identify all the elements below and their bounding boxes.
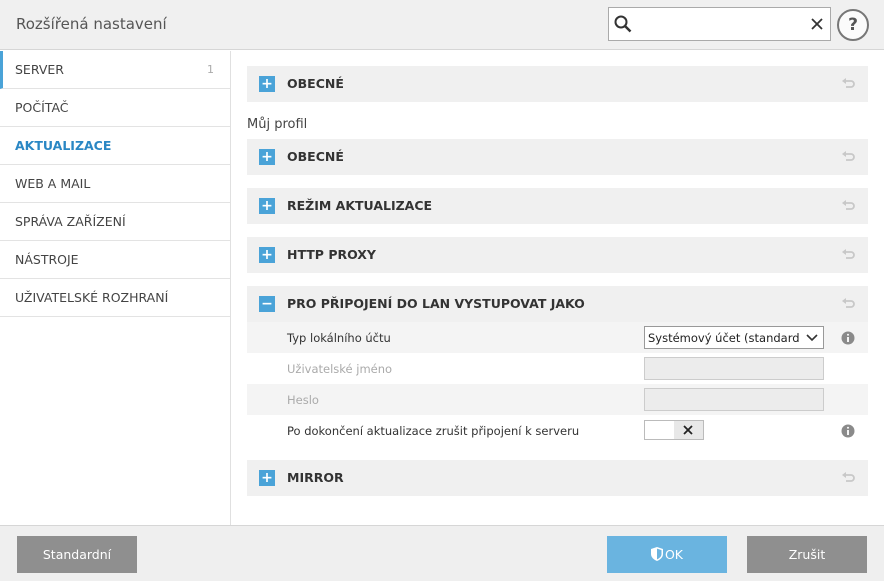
chevron-down-icon xyxy=(806,334,818,342)
title-bar: Rozšířená nastavení ? xyxy=(0,0,884,50)
disconnect-label: Po dokončení aktualizace zrušit připojen… xyxy=(287,424,580,438)
sidebar-item-sprava-zarizeni[interactable]: SPRÁVA ZAŘÍZENÍ xyxy=(0,203,230,241)
sidebar-item-uzivatelske-rozhrani[interactable]: UŽIVATELSKÉ ROZHRANÍ xyxy=(0,279,230,317)
revert-icon[interactable] xyxy=(840,247,856,263)
password-field xyxy=(644,388,824,411)
window-title: Rozšířená nastavení xyxy=(16,15,167,33)
revert-icon[interactable] xyxy=(840,198,856,214)
cancel-button[interactable]: Zrušit xyxy=(747,536,867,573)
default-button-label: Standardní xyxy=(42,547,112,562)
expand-icon[interactable]: + xyxy=(259,76,275,92)
revert-icon[interactable] xyxy=(840,149,856,165)
ok-button-label: OK xyxy=(664,547,684,562)
section-http-proxy[interactable]: + HTTP PROXY xyxy=(247,237,868,273)
sidebar-item-label: POČÍTAČ xyxy=(15,100,69,115)
revert-icon[interactable] xyxy=(840,470,856,486)
main-content: + OBECNÉ Můj profil + OBECNÉ + REŽIM AKT… xyxy=(232,51,884,525)
sidebar-item-label: SPRÁVA ZAŘÍZENÍ xyxy=(15,214,126,229)
section-title: HTTP PROXY xyxy=(287,247,376,262)
sidebar-item-count: 1 xyxy=(207,63,214,76)
username-label: Uživatelské jméno xyxy=(287,362,393,376)
section-title: OBECNÉ xyxy=(287,76,344,91)
sidebar-item-label: SERVER xyxy=(15,62,64,77)
close-icon xyxy=(683,425,693,435)
revert-icon[interactable] xyxy=(840,76,856,92)
ok-button[interactable]: OK xyxy=(607,536,727,573)
section-mirror[interactable]: + MIRROR xyxy=(247,460,868,496)
toggle-knob xyxy=(674,421,703,439)
section-title: MIRROR xyxy=(287,470,344,485)
sidebar-item-nastroje[interactable]: NÁSTROJE xyxy=(0,241,230,279)
footer: Standardní OK Zrušit xyxy=(0,525,884,581)
default-button[interactable]: Standardní xyxy=(17,536,137,573)
help-button[interactable]: ? xyxy=(837,9,869,41)
sidebar-item-label: NÁSTROJE xyxy=(15,252,79,267)
setting-row-disconnect: Po dokončení aktualizace zrušit připojen… xyxy=(247,415,868,446)
sidebar: SERVER 1 POČÍTAČ AKTUALIZACE WEB A MAIL … xyxy=(0,51,231,525)
search-icon xyxy=(614,15,632,33)
username-field xyxy=(644,357,824,380)
cancel-button-label: Zrušit xyxy=(788,547,826,562)
disconnect-toggle[interactable] xyxy=(644,420,704,440)
sidebar-item-pocitac[interactable]: POČÍTAČ xyxy=(0,89,230,127)
account-type-label: Typ lokálního účtu xyxy=(287,331,391,345)
setting-row-account-type: Typ lokálního účtu Systémový účet (stand… xyxy=(247,322,868,353)
account-type-value: Systémový účet (standard... xyxy=(648,331,800,345)
setting-row-password: Heslo xyxy=(247,384,868,415)
collapse-icon[interactable]: − xyxy=(259,296,275,312)
revert-icon[interactable] xyxy=(840,296,856,312)
search-input[interactable] xyxy=(637,12,807,36)
account-type-select[interactable]: Systémový účet (standard... xyxy=(644,326,824,349)
expand-icon[interactable]: + xyxy=(259,149,275,165)
close-icon[interactable] xyxy=(809,16,825,32)
section-title: OBECNÉ xyxy=(287,149,344,164)
sidebar-item-label: AKTUALIZACE xyxy=(15,138,112,153)
section-lan-connect[interactable]: − PRO PŘIPOJENÍ DO LAN VYSTUPOVAT JAKO xyxy=(247,286,868,322)
section-rezim-aktualizace[interactable]: + REŽIM AKTUALIZACE xyxy=(247,188,868,224)
password-label: Heslo xyxy=(287,393,319,407)
expand-icon[interactable]: + xyxy=(259,198,275,214)
section-obecne[interactable]: + OBECNÉ xyxy=(247,139,868,175)
info-icon[interactable] xyxy=(841,424,855,438)
section-obecne-top[interactable]: + OBECNÉ xyxy=(247,66,868,102)
setting-row-username: Uživatelské jméno xyxy=(247,353,868,384)
sidebar-item-aktualizace[interactable]: AKTUALIZACE xyxy=(0,127,230,165)
expand-icon[interactable]: + xyxy=(259,247,275,263)
section-title: PRO PŘIPOJENÍ DO LAN VYSTUPOVAT JAKO xyxy=(287,296,585,311)
sidebar-item-web-a-mail[interactable]: WEB A MAIL xyxy=(0,165,230,203)
search-box[interactable] xyxy=(608,7,831,41)
sidebar-item-server[interactable]: SERVER 1 xyxy=(0,51,230,89)
expand-icon[interactable]: + xyxy=(259,470,275,486)
profile-label: Můj profil xyxy=(247,117,308,132)
lan-settings-panel: Typ lokálního účtu Systémový účet (stand… xyxy=(247,322,868,456)
sidebar-item-label: UŽIVATELSKÉ ROZHRANÍ xyxy=(15,290,169,305)
section-title: REŽIM AKTUALIZACE xyxy=(287,198,433,213)
sidebar-item-label: WEB A MAIL xyxy=(15,176,91,191)
shield-icon xyxy=(650,547,663,561)
info-icon[interactable] xyxy=(841,331,855,345)
